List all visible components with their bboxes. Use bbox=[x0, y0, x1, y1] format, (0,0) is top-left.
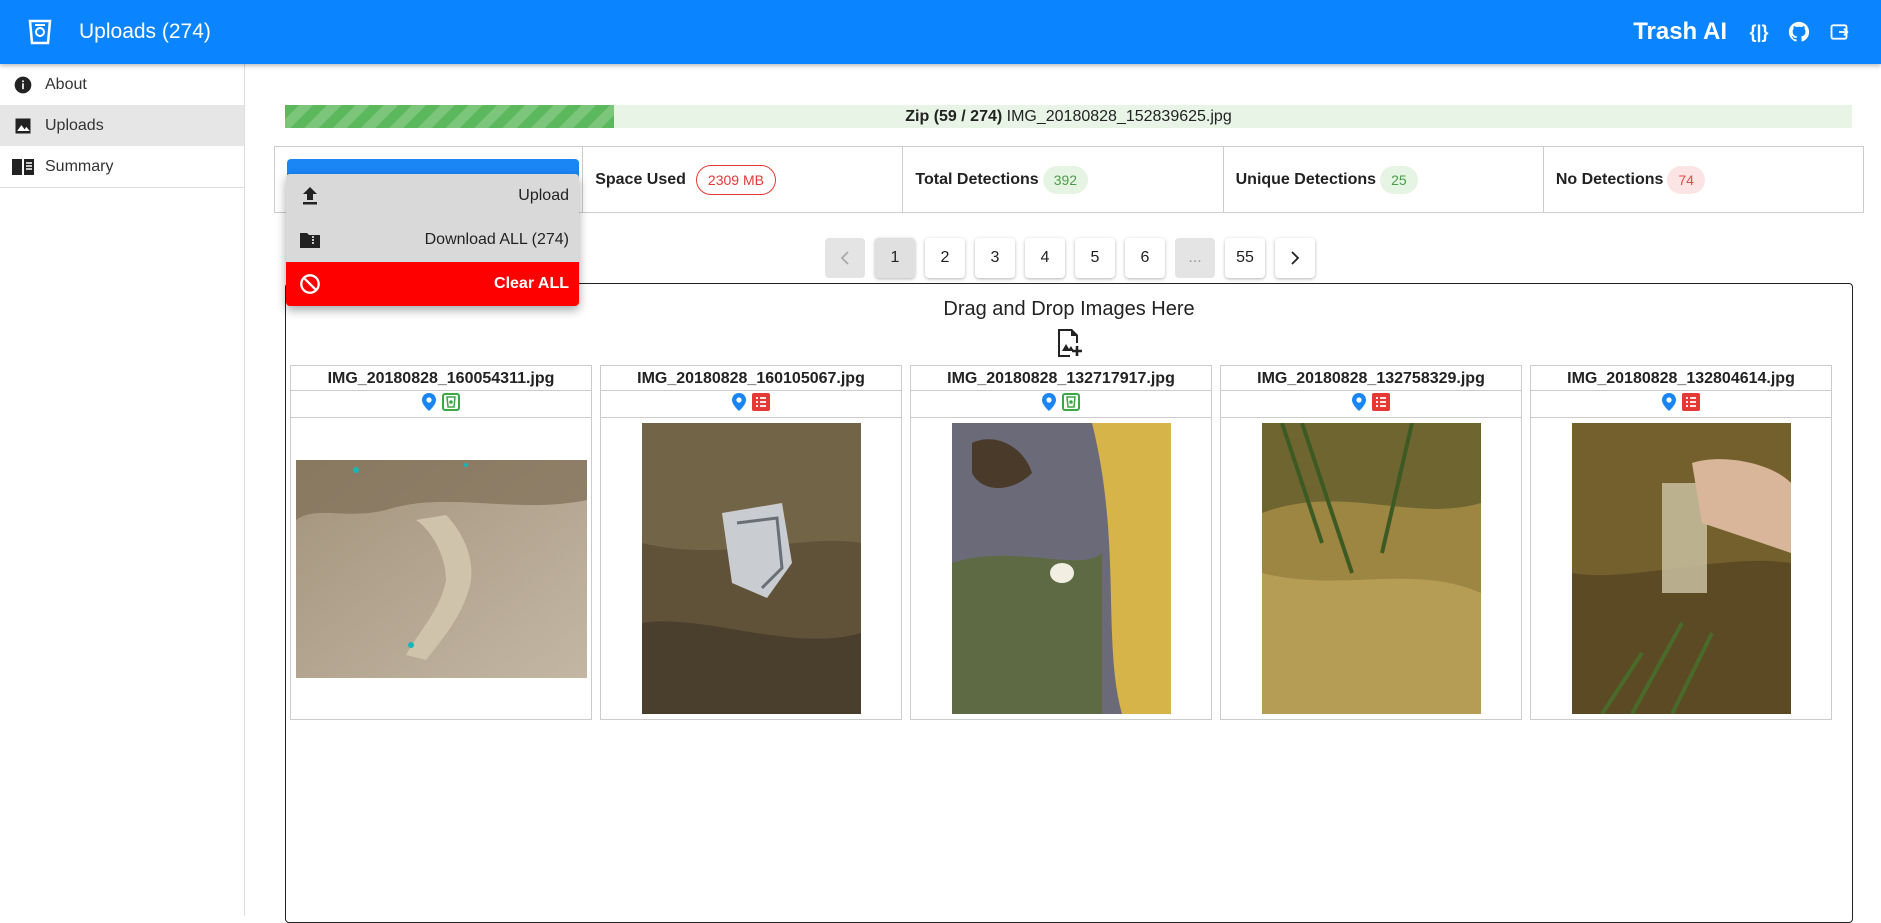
sidebar-item-uploads[interactable]: Uploads bbox=[0, 105, 244, 146]
page-button[interactable]: 1 bbox=[875, 238, 915, 278]
location-pin-icon[interactable] bbox=[1352, 392, 1366, 416]
trash-detected-icon[interactable] bbox=[442, 392, 460, 416]
stat-label: Space Used bbox=[595, 170, 686, 188]
page-button[interactable]: 4 bbox=[1025, 238, 1065, 278]
image-card[interactable]: IMG_20180828_132717917.jpg bbox=[910, 365, 1212, 720]
github-icon[interactable] bbox=[1779, 12, 1819, 52]
page-button[interactable]: 6 bbox=[1125, 238, 1165, 278]
location-pin-icon[interactable] bbox=[732, 392, 746, 416]
brand-title: Trash AI bbox=[1633, 18, 1727, 45]
image-filename: IMG_20180828_132758329.jpg bbox=[1221, 366, 1521, 391]
next-page-button[interactable] bbox=[1275, 238, 1315, 278]
info-icon bbox=[6, 75, 40, 95]
menu-clear-all[interactable]: Clear ALL bbox=[286, 262, 579, 306]
image-card[interactable]: IMG_20180828_160054311.jpg bbox=[290, 365, 592, 720]
progress-filename: IMG_20180828_152839625.jpg bbox=[1002, 108, 1232, 125]
sidebar-item-summary[interactable]: Summary bbox=[0, 146, 244, 187]
sidebar-item-about[interactable]: About bbox=[0, 64, 244, 105]
actions-menu: Upload Download ALL (274) Clear ALL bbox=[286, 174, 579, 306]
stat-label: Total Detections bbox=[915, 170, 1039, 188]
no-detection-list-icon[interactable] bbox=[752, 392, 770, 416]
page-title: Uploads (274) bbox=[79, 20, 211, 43]
block-icon bbox=[298, 272, 322, 296]
menu-upload-label: Upload bbox=[518, 187, 569, 204]
image-filename: IMG_20180828_160054311.jpg bbox=[291, 366, 591, 391]
location-pin-icon[interactable] bbox=[422, 392, 436, 416]
menu-upload[interactable]: Upload bbox=[286, 174, 579, 218]
trash-detected-icon[interactable] bbox=[1062, 392, 1080, 416]
stat-space-used: Space Used 2309 MB bbox=[583, 147, 904, 212]
page-button[interactable]: 2 bbox=[925, 238, 965, 278]
menu-download-all[interactable]: Download ALL (274) bbox=[286, 218, 579, 262]
space-used-badge: 2309 MB bbox=[695, 164, 776, 195]
page-button[interactable]: 55 bbox=[1225, 238, 1265, 278]
upload-icon bbox=[298, 184, 322, 208]
prev-page-button[interactable] bbox=[825, 238, 865, 278]
sidebar-item-label: About bbox=[45, 75, 87, 93]
location-pin-icon[interactable] bbox=[1662, 392, 1676, 416]
page-button[interactable]: 3 bbox=[975, 238, 1015, 278]
no-detection-list-icon[interactable] bbox=[1682, 392, 1700, 416]
stat-no-detections: No Detections 74 bbox=[1544, 147, 1863, 212]
logout-icon[interactable] bbox=[1819, 12, 1859, 52]
stat-label: No Detections bbox=[1555, 170, 1664, 188]
sidebar: About Uploads Summary bbox=[0, 64, 245, 916]
page-ellipsis: ... bbox=[1175, 238, 1215, 278]
image-icon bbox=[6, 116, 40, 136]
stat-unique-detections: Unique Detections 25 bbox=[1224, 147, 1544, 212]
photo-thumbnail bbox=[951, 423, 1171, 714]
zip-progress-bar: Zip (59 / 274) IMG_20180828_152839625.jp… bbox=[285, 105, 1852, 128]
unique-detections-badge: 25 bbox=[1380, 165, 1418, 194]
stat-label: Unique Detections bbox=[1235, 170, 1377, 188]
image-card[interactable]: IMG_20180828_160105067.jpg bbox=[600, 365, 902, 720]
sidebar-item-label: Uploads bbox=[45, 116, 104, 134]
menu-clear-label: Clear ALL bbox=[494, 275, 569, 292]
json-icon[interactable]: {|} bbox=[1739, 12, 1779, 52]
trash-logo-icon[interactable] bbox=[20, 12, 60, 52]
folder-zip-icon bbox=[298, 228, 322, 252]
photo-thumbnail bbox=[295, 459, 587, 678]
image-filename: IMG_20180828_160105067.jpg bbox=[601, 366, 901, 391]
photo-thumbnail bbox=[1261, 423, 1481, 714]
sidebar-item-label: Summary bbox=[45, 157, 114, 175]
image-filename: IMG_20180828_132717917.jpg bbox=[911, 366, 1211, 391]
no-detections-badge: 74 bbox=[1667, 165, 1705, 194]
progress-label: Zip (59 / 274) bbox=[905, 108, 1003, 125]
sidebar-divider bbox=[0, 187, 244, 188]
total-detections-badge: 392 bbox=[1042, 165, 1089, 194]
book-icon bbox=[6, 157, 40, 177]
location-pin-icon[interactable] bbox=[1042, 392, 1056, 416]
image-card[interactable]: IMG_20180828_132758329.jpg bbox=[1220, 365, 1522, 720]
page-button[interactable]: 5 bbox=[1075, 238, 1115, 278]
app-bar: Uploads (274) Trash AI {|} bbox=[0, 0, 1881, 64]
image-card[interactable]: IMG_20180828_132804614.jpg bbox=[1530, 365, 1832, 720]
image-filename: IMG_20180828_132804614.jpg bbox=[1531, 366, 1831, 391]
menu-download-label: Download ALL (274) bbox=[424, 231, 569, 248]
no-detection-list-icon[interactable] bbox=[1372, 392, 1390, 416]
stat-total-detections: Total Detections 392 bbox=[903, 147, 1224, 212]
add-image-icon bbox=[1056, 328, 1086, 358]
drop-zone[interactable]: Drag and Drop Images Here IMG_20180828_1… bbox=[285, 283, 1853, 923]
photo-thumbnail bbox=[1571, 423, 1791, 714]
pagination: 1 2 3 4 5 6 ... 55 bbox=[825, 238, 1315, 278]
photo-thumbnail bbox=[641, 423, 861, 714]
